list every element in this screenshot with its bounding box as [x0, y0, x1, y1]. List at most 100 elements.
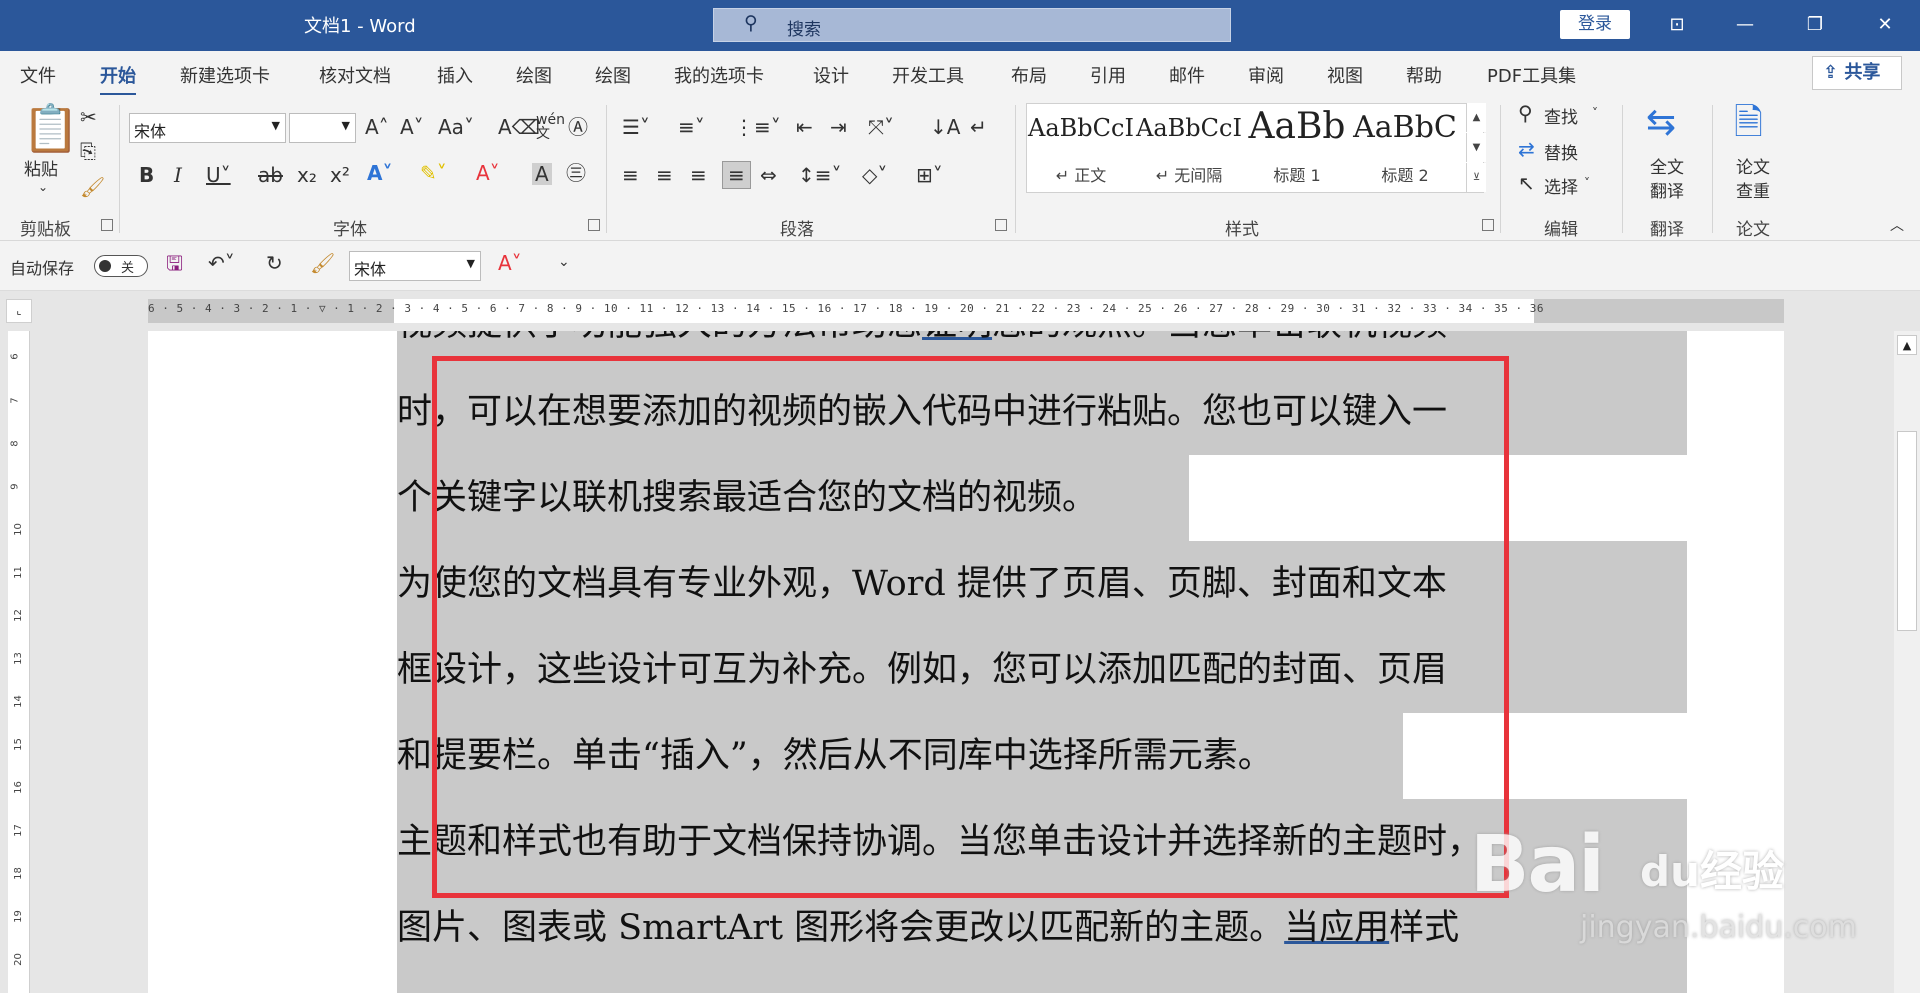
- highlight-color-icon[interactable]: ✎˅: [420, 163, 447, 183]
- numbering-icon[interactable]: ≡˅: [678, 117, 705, 137]
- strikethrough-icon[interactable]: ab: [258, 165, 283, 185]
- translate-icon[interactable]: ⇆: [1646, 105, 1676, 141]
- tab-my[interactable]: 我的选项卡: [674, 62, 764, 88]
- paragraph-launcher-icon[interactable]: [995, 219, 1007, 231]
- styles-launcher-icon[interactable]: [1482, 219, 1494, 231]
- login-button[interactable]: 登录: [1560, 10, 1630, 39]
- autosave-toggle[interactable]: 关: [94, 255, 148, 277]
- styles-more-icon[interactable]: ⊻: [1466, 163, 1486, 192]
- translate-label-1[interactable]: 全文: [1650, 153, 1684, 178]
- style-heading-1[interactable]: AaBb 标题 1: [1243, 104, 1351, 192]
- align-left-icon[interactable]: ≡: [622, 165, 639, 185]
- align-right-icon[interactable]: ≡: [690, 165, 707, 185]
- tab-design[interactable]: 设计: [813, 62, 849, 88]
- clear-formatting-icon[interactable]: A⌫: [498, 117, 540, 137]
- chinese-layout-icon[interactable]: ⤧˅: [868, 117, 894, 137]
- customize-qat-icon[interactable]: ⌄: [558, 255, 570, 269]
- scroll-thumb[interactable]: [1897, 431, 1917, 631]
- tab-references[interactable]: 引用: [1090, 62, 1126, 88]
- shrink-font-icon[interactable]: A˅: [400, 117, 424, 137]
- underline-icon[interactable]: U˅: [206, 165, 231, 185]
- tab-pdf-tools[interactable]: PDF工具集: [1487, 62, 1576, 88]
- vertical-scrollbar[interactable]: ▲: [1894, 331, 1920, 993]
- scroll-up-icon[interactable]: ▲: [1897, 335, 1917, 355]
- format-painter-icon[interactable]: 🖌: [310, 253, 335, 273]
- chevron-down-icon[interactable]: ˅: [1592, 107, 1598, 119]
- tab-new[interactable]: 新建选项卡: [180, 62, 270, 88]
- tab-help[interactable]: 帮助: [1406, 62, 1442, 88]
- format-painter-icon[interactable]: 🖌: [80, 177, 105, 197]
- clipboard-launcher-icon[interactable]: [101, 219, 113, 231]
- align-center-icon[interactable]: ≡: [656, 165, 673, 185]
- styles-scroll-down-icon[interactable]: ▼: [1466, 133, 1486, 162]
- save-icon[interactable]: 🖫: [166, 253, 183, 273]
- tab-selector-icon[interactable]: ⌞: [6, 299, 32, 323]
- tab-home[interactable]: 开始: [100, 62, 136, 96]
- tab-layout[interactable]: 布局: [1011, 62, 1047, 88]
- phonetic-guide-icon[interactable]: wén 文: [536, 113, 565, 141]
- translate-label-2[interactable]: 翻译: [1650, 177, 1684, 202]
- search-box[interactable]: ⚲ 搜索: [713, 8, 1231, 42]
- minimize-icon[interactable]: —: [1725, 10, 1765, 40]
- paper-label-1[interactable]: 论文: [1736, 153, 1770, 178]
- horizontal-ruler[interactable]: 6 · 5 · 4 · 3 · 2 · 1 · ▽ · 1 · 2 · 3 · …: [148, 299, 1784, 323]
- style-normal[interactable]: AaBbCcI ↵ 正文: [1027, 104, 1135, 192]
- character-shading-icon[interactable]: A: [532, 163, 552, 185]
- italic-icon[interactable]: I: [174, 165, 182, 185]
- text-effects-icon[interactable]: A˅: [367, 163, 392, 183]
- tab-insert[interactable]: 插入: [437, 62, 473, 88]
- paper-label-2[interactable]: 查重: [1736, 177, 1770, 202]
- subscript-icon[interactable]: x₂: [297, 165, 317, 185]
- paper-check-icon[interactable]: 🗎: [1734, 105, 1763, 141]
- borders-icon[interactable]: ⊞˅: [916, 165, 943, 185]
- font-launcher-icon[interactable]: [588, 219, 600, 231]
- tab-developer[interactable]: 开发工具: [892, 62, 964, 88]
- justify-icon[interactable]: ≡: [722, 161, 751, 189]
- replace-label[interactable]: 替换: [1544, 139, 1578, 164]
- tab-mailings[interactable]: 邮件: [1169, 62, 1205, 88]
- tab-draw-2[interactable]: 绘图: [595, 62, 631, 88]
- superscript-icon[interactable]: x²: [330, 165, 350, 185]
- font-name-select[interactable]: 宋体 ▼: [129, 113, 286, 143]
- line-spacing-icon[interactable]: ↕≡˅: [798, 165, 842, 185]
- style-heading-2[interactable]: AaBbC 标题 2: [1351, 104, 1459, 192]
- enclose-characters-icon[interactable]: ㊂: [566, 163, 586, 183]
- multilevel-list-icon[interactable]: ⋮≡˅: [734, 117, 781, 137]
- change-case-icon[interactable]: Aa˅: [438, 117, 474, 137]
- collapse-ribbon-icon[interactable]: ︿: [1890, 219, 1904, 233]
- chevron-down-icon[interactable]: ˅: [1584, 177, 1590, 189]
- shading-icon[interactable]: ◇˅: [862, 165, 887, 185]
- paste-label[interactable]: 粘贴: [24, 155, 58, 180]
- sort-icon[interactable]: ↓A: [930, 117, 960, 137]
- font-color-icon[interactable]: A˅: [498, 253, 522, 273]
- bold-icon[interactable]: B: [139, 165, 154, 185]
- grow-font-icon[interactable]: A˄: [365, 117, 389, 137]
- tab-file[interactable]: 文件: [20, 62, 56, 88]
- distributed-icon[interactable]: ⇔: [760, 165, 777, 185]
- replace-icon[interactable]: ⇄: [1518, 139, 1535, 159]
- share-button[interactable]: ⇪ 共享: [1812, 56, 1902, 90]
- tab-view[interactable]: 视图: [1327, 62, 1363, 88]
- styles-scroll-up-icon[interactable]: ▲: [1466, 103, 1486, 132]
- close-icon[interactable]: ✕: [1865, 10, 1905, 40]
- font-color-icon[interactable]: A˅: [476, 163, 500, 183]
- character-border-icon[interactable]: Ⓐ: [568, 117, 588, 137]
- copy-icon[interactable]: ⎘: [80, 141, 96, 161]
- show-marks-icon[interactable]: ↵: [970, 117, 987, 137]
- font-size-select[interactable]: ▼: [289, 113, 356, 143]
- redo-icon[interactable]: ↻: [266, 253, 283, 273]
- qat-font-select[interactable]: 宋体 ▼: [349, 251, 481, 281]
- tab-review[interactable]: 审阅: [1248, 62, 1284, 88]
- find-icon[interactable]: ⚲: [1518, 103, 1533, 123]
- ribbon-display-options-icon[interactable]: ⊡: [1657, 10, 1697, 40]
- undo-icon[interactable]: ↶˅: [208, 253, 235, 273]
- decrease-indent-icon[interactable]: ⇤: [796, 117, 813, 137]
- tab-draw[interactable]: 绘图: [516, 62, 552, 88]
- restore-icon[interactable]: ❐: [1795, 10, 1835, 40]
- find-label[interactable]: 查找: [1544, 103, 1578, 128]
- paste-icon[interactable]: 📋: [22, 105, 79, 151]
- paste-dropdown-icon[interactable]: ⌄: [38, 181, 48, 193]
- bullets-icon[interactable]: ☰˅: [622, 117, 650, 137]
- cut-icon[interactable]: ✂: [80, 107, 97, 127]
- style-no-spacing[interactable]: AaBbCcI ↵ 无间隔: [1135, 104, 1243, 192]
